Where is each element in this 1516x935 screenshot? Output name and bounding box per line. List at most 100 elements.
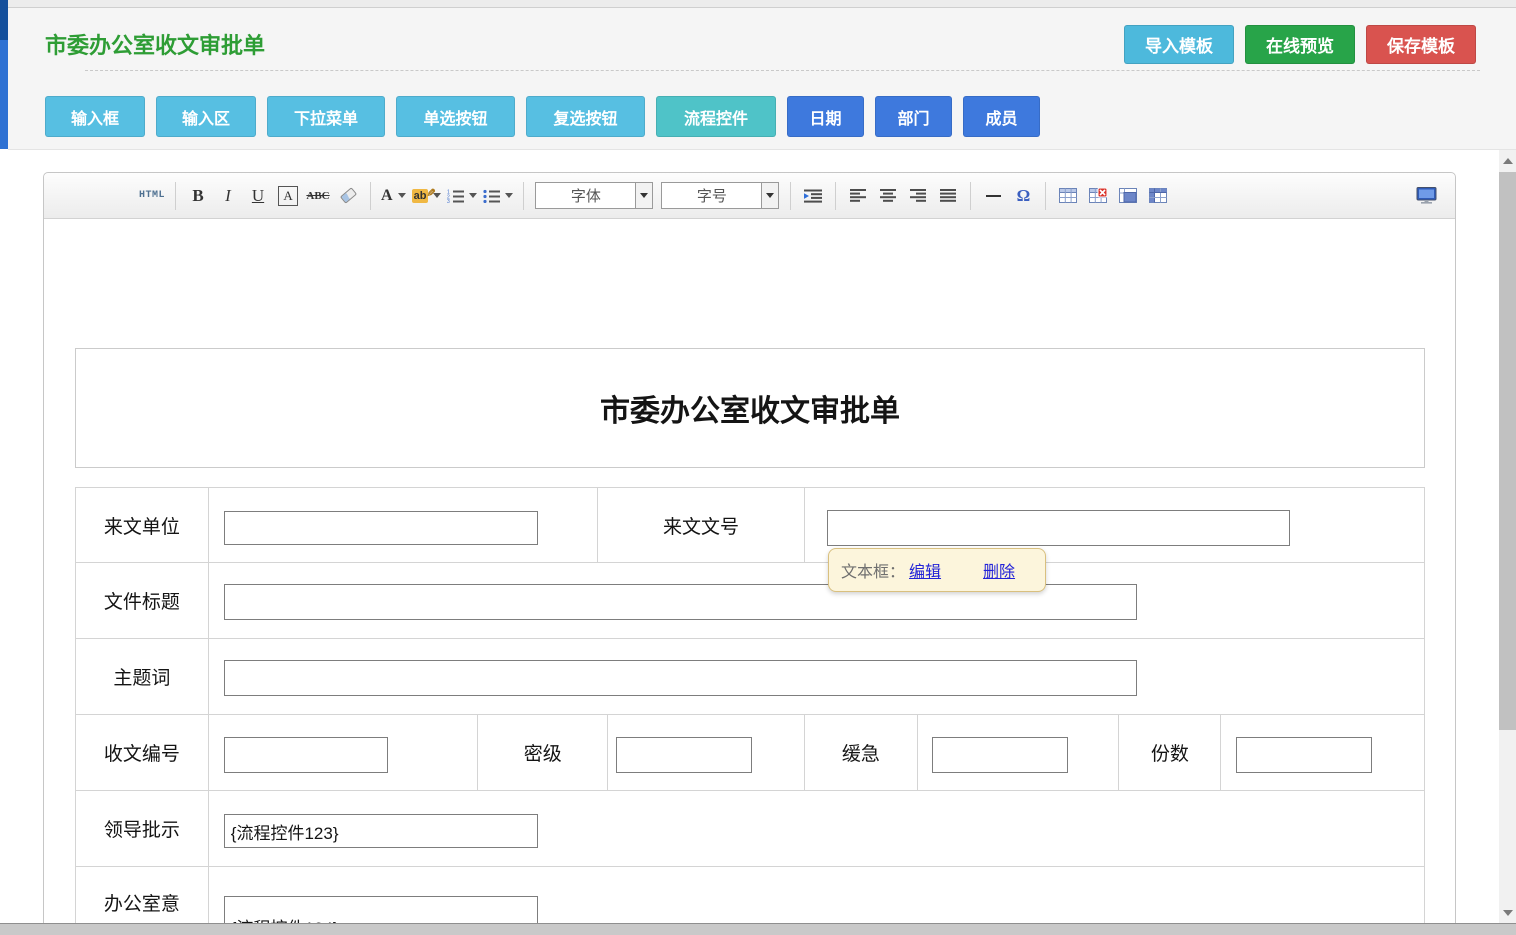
field-cell (209, 563, 1424, 638)
indent-button[interactable] (800, 181, 826, 211)
editor-canvas[interactable]: 市委办公室收文审批单 来文单位 来文文号 文件标题 (44, 219, 1455, 935)
miji-input[interactable] (616, 737, 752, 773)
remove-format-button[interactable] (335, 181, 361, 211)
page-title: 市委办公室收文审批单 (45, 28, 265, 60)
delete-table-button[interactable] (1085, 181, 1111, 211)
vertical-scrollbar[interactable] (1499, 150, 1516, 935)
field-label-zhutici: 主题词 (76, 639, 209, 714)
table-row: 收文编号 密级 缓急 份数 (76, 715, 1424, 791)
special-character-button[interactable]: Ω (1010, 181, 1036, 211)
field-cell (918, 715, 1120, 790)
field-label-lingdao-pishi: 领导批示 (76, 791, 209, 866)
arrow-up-icon (1503, 158, 1513, 164)
toolbar-separator (790, 182, 791, 210)
ordered-list-icon: 1 2 3 (447, 189, 464, 203)
toolbar-separator (1045, 182, 1046, 210)
toolbar-separator (175, 182, 176, 210)
insert-member-button[interactable]: 成员 (963, 96, 1040, 137)
lingdao-pishi-input[interactable] (224, 814, 538, 848)
table-properties-icon (1119, 188, 1137, 203)
import-template-button[interactable]: 导入模板 (1124, 25, 1234, 64)
highlight-button[interactable]: ab (411, 181, 443, 211)
insert-dropdown-button[interactable]: 下拉菜单 (267, 96, 385, 137)
font-size-select[interactable]: 字号 (661, 182, 779, 209)
align-justify-icon (940, 189, 956, 202)
chevron-down-icon[interactable] (635, 183, 652, 208)
font-family-value: 字体 (536, 185, 635, 206)
align-center-button[interactable] (875, 181, 901, 211)
edit-field-link[interactable]: 编辑 (909, 558, 941, 582)
svg-text:3: 3 (447, 199, 450, 203)
horizontal-rule-button[interactable] (980, 181, 1006, 211)
app-window: 市委办公室收文审批单 导入模板 在线预览 保存模板 输入框 输入区 下拉菜单 单… (0, 0, 1516, 935)
align-left-icon (850, 189, 866, 202)
fullscreen-button[interactable] (1413, 181, 1439, 211)
field-action-tooltip: 文本框： 编辑 删除 (828, 548, 1046, 592)
insert-date-button[interactable]: 日期 (787, 96, 864, 137)
save-template-button[interactable]: 保存模板 (1366, 25, 1476, 64)
toolbar-separator (835, 182, 836, 210)
table-row: 文件标题 (76, 563, 1424, 639)
field-cell (209, 715, 479, 790)
align-justify-button[interactable] (935, 181, 961, 211)
field-cell (608, 715, 805, 790)
toolbar-separator (970, 182, 971, 210)
insert-table-icon (1059, 188, 1077, 203)
field-label-huanji: 缓急 (805, 715, 918, 790)
delete-table-icon (1089, 188, 1107, 203)
font-color-button[interactable]: A (380, 181, 407, 211)
scrollbar-thumb[interactable] (1499, 172, 1516, 730)
scroll-up-button[interactable] (1499, 152, 1516, 169)
font-frame-button[interactable]: A (278, 186, 298, 206)
laiwen-danwei-input[interactable] (224, 511, 538, 545)
insert-input-button[interactable]: 输入框 (45, 96, 145, 137)
laiwen-wenhao-input[interactable] (827, 510, 1290, 546)
tooltip-label: 文本框： (841, 558, 905, 582)
html-source-icon: HTML (139, 190, 165, 201)
field-label-laiwen-wenhao: 来文文号 (598, 488, 805, 562)
huanji-input[interactable] (932, 737, 1068, 773)
shouwen-bianhao-input[interactable] (224, 737, 388, 773)
insert-checkbox-button[interactable]: 复选按钮 (526, 96, 645, 137)
window-bottom-bar (0, 923, 1516, 935)
field-cell (1221, 715, 1424, 790)
font-size-value: 字号 (662, 185, 761, 206)
underline-button[interactable]: U (245, 181, 271, 211)
fenshu-input[interactable] (1236, 737, 1372, 773)
ordered-list-button[interactable]: 1 2 3 (446, 181, 478, 211)
background-accent (0, 0, 8, 149)
insert-radio-button[interactable]: 单选按钮 (396, 96, 515, 137)
unordered-list-icon (483, 189, 500, 203)
field-label-miji: 密级 (478, 715, 608, 790)
insert-textarea-button[interactable]: 输入区 (156, 96, 256, 137)
delete-field-link[interactable]: 删除 (983, 558, 1015, 582)
insert-flow-control-button[interactable]: 流程控件 (656, 96, 776, 137)
indent-icon (804, 189, 822, 203)
toolbar-separator (523, 182, 524, 210)
field-label-wenjian-biaoti: 文件标题 (76, 563, 209, 638)
unordered-list-button[interactable] (482, 181, 514, 211)
italic-button[interactable]: I (215, 181, 241, 211)
online-preview-button[interactable]: 在线预览 (1245, 25, 1355, 64)
align-left-button[interactable] (845, 181, 871, 211)
html-source-button[interactable]: HTML (138, 181, 166, 211)
align-right-button[interactable] (905, 181, 931, 211)
insert-table-button[interactable] (1055, 181, 1081, 211)
field-cell (209, 791, 1424, 866)
table-properties-button[interactable] (1115, 181, 1141, 211)
zhutici-input[interactable] (224, 660, 1137, 696)
action-button-group: 导入模板 在线预览 保存模板 (1124, 25, 1476, 64)
cell-properties-icon (1149, 188, 1167, 203)
window-top-strip (0, 0, 1516, 8)
align-center-icon (880, 189, 896, 202)
cell-properties-button[interactable] (1145, 181, 1171, 211)
chevron-down-icon[interactable] (761, 183, 778, 208)
eraser-icon (339, 187, 356, 204)
bold-button[interactable]: B (185, 181, 211, 211)
font-family-select[interactable]: 字体 (535, 182, 653, 209)
insert-department-button[interactable]: 部门 (875, 96, 952, 137)
horizontal-rule-icon (986, 195, 1001, 197)
scroll-down-button[interactable] (1499, 904, 1516, 921)
chevron-down-icon (505, 193, 513, 198)
strikethrough-button[interactable]: ABC (305, 181, 331, 211)
